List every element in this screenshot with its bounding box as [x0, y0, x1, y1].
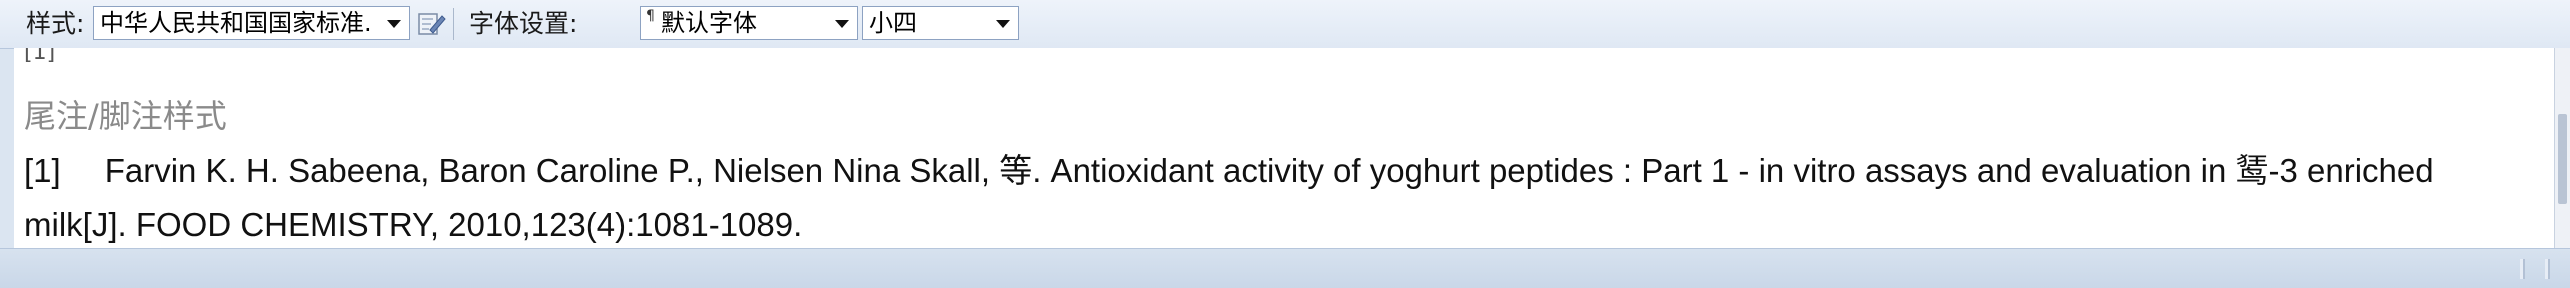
style-label: 样式: [26, 9, 85, 38]
toolbar: 样式: 中华人民共和国国家标准. 字体设置: ¶ 默认字体 小四 [0, 0, 2570, 49]
edit-style-icon[interactable] [416, 8, 446, 38]
font-type-icon: ¶ [646, 8, 655, 24]
resize-grip[interactable] [2520, 259, 2525, 279]
resize-grip[interactable] [2545, 259, 2550, 279]
clipped-reference-number: [1] [24, 48, 56, 65]
vertical-scrollbar[interactable] [2554, 48, 2570, 248]
chevron-down-icon [387, 20, 401, 28]
preview-panel: [1] 尾注/脚注样式 [1] Farvin K. H. Sabeena, Bar… [14, 48, 2554, 248]
font-select-value: 默认字体 [661, 9, 757, 37]
section-title: 尾注/脚注样式 [24, 97, 227, 135]
style-select[interactable]: 中华人民共和国国家标准. [93, 6, 410, 40]
chevron-down-icon [835, 20, 849, 28]
style-select-value: 中华人民共和国国家标准. [100, 9, 372, 37]
scrollbar-thumb[interactable] [2558, 114, 2567, 204]
reference-number: [1] [24, 152, 61, 189]
chevron-down-icon [996, 20, 1010, 28]
status-bar [0, 248, 2570, 288]
font-settings-label: 字体设置: [469, 9, 578, 38]
toolbar-separator [453, 8, 454, 40]
reference-text: Farvin K. H. Sabeena, Baron Caroline P.,… [24, 152, 2434, 243]
font-select[interactable]: ¶ 默认字体 [640, 6, 858, 40]
font-size-value: 小四 [869, 9, 917, 37]
font-size-select[interactable]: 小四 [862, 6, 1019, 40]
reference-entry: [1] Farvin K. H. Sabeena, Baron Caroline … [24, 144, 2534, 248]
